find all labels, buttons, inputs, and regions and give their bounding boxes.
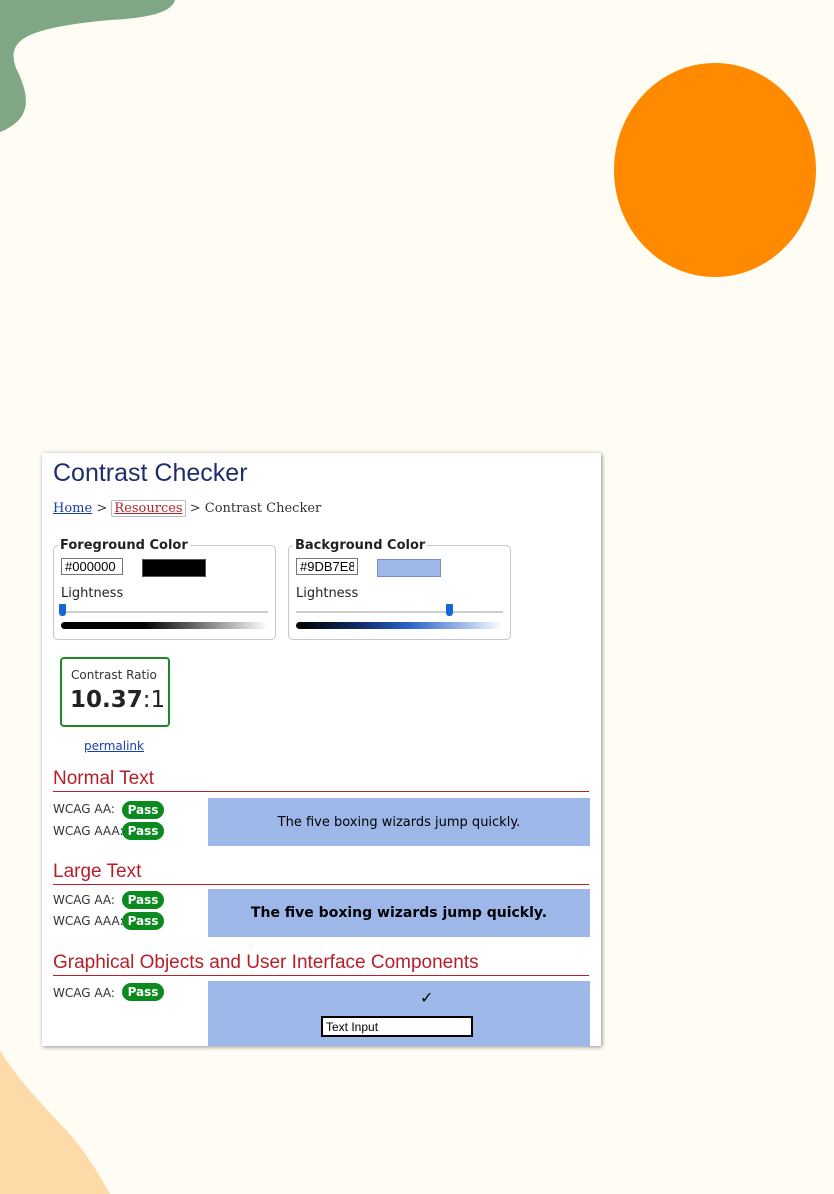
foreground-color-group: Foreground Color Lightness: [53, 538, 276, 640]
breadcrumb-resources-link[interactable]: Resources: [111, 500, 186, 517]
normal-text-heading: Normal Text: [53, 768, 589, 792]
breadcrumb-current: Contrast Checker: [204, 501, 322, 516]
contrast-ratio-value: 10.37:1: [70, 687, 165, 713]
breadcrumb: Home > Resources > Contrast Checker: [53, 500, 322, 517]
large-aaa-label: WCAG AAA:: [53, 914, 124, 928]
foreground-hex-input[interactable]: [61, 558, 123, 575]
background-lightness-slider[interactable]: [296, 611, 503, 613]
permalink-link[interactable]: permalink: [84, 739, 144, 753]
foreground-slider-thumb[interactable]: [59, 604, 66, 616]
large-text-preview: The five boxing wizards jump quickly.: [208, 889, 590, 937]
orange-circle-decoration: [614, 63, 816, 277]
background-lightness-label: Lightness: [296, 586, 359, 601]
peach-shape-decoration: [0, 1050, 110, 1194]
text-input-demo[interactable]: [321, 1016, 473, 1037]
normal-text-preview: The five boxing wizards jump quickly.: [208, 798, 590, 846]
foreground-lightness-label: Lightness: [61, 586, 124, 601]
background-legend: Background Color: [295, 538, 426, 553]
background-lightness-gradient: [296, 622, 503, 629]
checkmark-icon: ✓: [420, 988, 434, 1007]
normal-aa-label: WCAG AA:: [53, 802, 115, 816]
background-hex-input[interactable]: [296, 558, 358, 575]
contrast-ratio-label: Contrast Ratio: [71, 668, 157, 682]
normal-aaa-label: WCAG AAA:: [53, 824, 124, 838]
large-text-sample: The five boxing wizards jump quickly.: [250, 905, 548, 921]
normal-text-sample: The five boxing wizards jump quickly.: [277, 814, 521, 830]
large-aa-pass-badge: Pass: [122, 891, 164, 909]
background-color-group: Background Color Lightness: [288, 538, 511, 640]
breadcrumb-home-link[interactable]: Home: [53, 501, 92, 516]
breadcrumb-separator: >: [189, 501, 201, 516]
large-aa-label: WCAG AA:: [53, 893, 115, 907]
contrast-ratio-box: Contrast Ratio 10.37:1: [60, 657, 170, 727]
foreground-legend: Foreground Color: [60, 538, 188, 553]
ratio-suffix: :1: [142, 687, 166, 713]
background-slider-thumb[interactable]: [446, 604, 453, 616]
graphics-heading: Graphical Objects and User Interface Com…: [53, 952, 589, 976]
page-title: Contrast Checker: [53, 459, 248, 487]
large-aaa-pass-badge: Pass: [122, 912, 164, 930]
breadcrumb-separator: >: [96, 501, 108, 516]
foreground-lightness-slider[interactable]: [61, 611, 268, 613]
green-blob-decoration: [0, 0, 175, 132]
foreground-swatch[interactable]: [142, 559, 206, 577]
normal-aaa-pass-badge: Pass: [122, 822, 164, 840]
background-swatch[interactable]: [377, 559, 441, 577]
contrast-checker-panel: Contrast Checker Home > Resources > Cont…: [42, 453, 601, 1046]
graphics-aa-label: WCAG AA:: [53, 986, 115, 1000]
graphics-aa-pass-badge: Pass: [122, 983, 164, 1001]
large-text-heading: Large Text: [53, 861, 589, 885]
normal-aa-pass-badge: Pass: [122, 801, 164, 819]
graphics-preview: ✓: [208, 981, 590, 1046]
foreground-lightness-gradient: [61, 622, 268, 629]
ratio-number: 10.37: [70, 687, 143, 713]
